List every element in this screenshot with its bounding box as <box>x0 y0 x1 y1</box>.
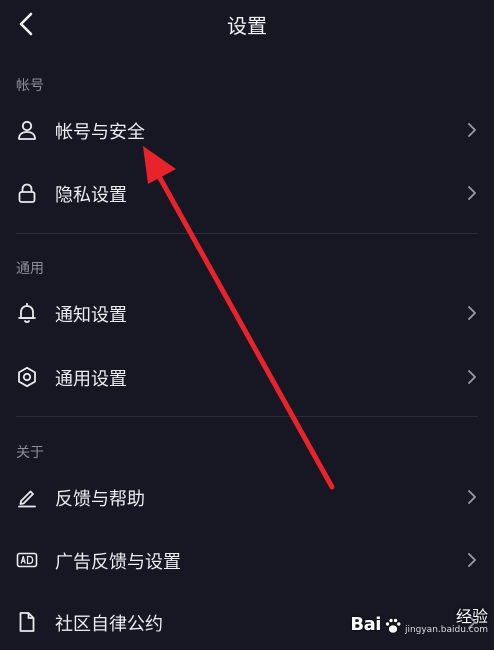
settings-item-label: 通用设置 <box>55 369 127 390</box>
settings-item-feedback-help[interactable]: 反馈与帮助 <box>0 469 494 525</box>
baidu-jingyan-watermark: Bai 经验 jingyan.baidu.com <box>350 606 488 635</box>
pencil-icon <box>16 486 38 508</box>
watermark-url: jingyan.baidu.com <box>404 624 488 635</box>
section-divider <box>16 233 478 234</box>
ad-icon <box>16 549 38 571</box>
settings-item-label: 隐私设置 <box>55 185 127 206</box>
settings-item-privacy[interactable]: 隐私设置 <box>0 165 494 221</box>
bell-icon <box>16 302 38 324</box>
section-divider <box>16 416 478 417</box>
user-icon <box>16 119 38 141</box>
settings-item-ad-feedback[interactable]: 广告反馈与设置 <box>0 532 494 588</box>
section-header-account: 帐号 <box>16 78 44 94</box>
top-bar: 设置 <box>0 0 494 48</box>
settings-item-label: 反馈与帮助 <box>55 489 145 510</box>
section-header-general: 通用 <box>16 261 44 277</box>
settings-item-label: 通知设置 <box>55 305 127 326</box>
settings-item-account-security[interactable]: 帐号与安全 <box>0 102 494 158</box>
chevron-right-icon <box>468 490 476 504</box>
settings-item-label: 广告反馈与设置 <box>55 552 181 573</box>
settings-item-notifications[interactable]: 通知设置 <box>0 285 494 341</box>
document-icon <box>16 611 38 633</box>
chevron-right-icon <box>468 553 476 567</box>
paw-icon <box>385 618 402 634</box>
page-title: 设置 <box>227 14 267 38</box>
settings-item-label: 帐号与安全 <box>55 122 145 143</box>
settings-item-label: 社区自律公约 <box>55 614 163 635</box>
gear-icon <box>16 366 38 388</box>
chevron-right-icon <box>468 306 476 320</box>
chevron-right-icon <box>468 186 476 200</box>
watermark-name: 经验 <box>455 606 488 626</box>
section-header-about: 关于 <box>16 445 44 461</box>
lock-icon <box>16 182 38 204</box>
chevron-right-icon <box>468 123 476 137</box>
settings-item-general[interactable]: 通用设置 <box>0 349 494 405</box>
baidu-logo: Bai <box>350 614 381 635</box>
chevron-right-icon <box>468 370 476 384</box>
